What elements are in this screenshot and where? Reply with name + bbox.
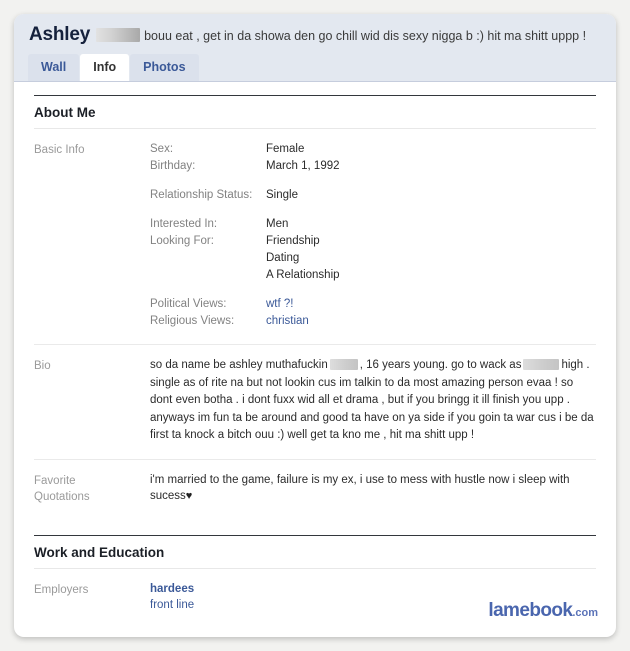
redaction-block-bio-name bbox=[329, 359, 358, 371]
basic-info-group-preferences: Interested In: Men Looking For: Friendsh… bbox=[150, 216, 596, 284]
kv-line-looking-for: Looking For: Friendship bbox=[150, 233, 596, 250]
kv-value-birthday: March 1, 1992 bbox=[266, 160, 340, 172]
tab-photos[interactable]: Photos bbox=[130, 54, 199, 81]
bio-text-part1: so da name be ashley muthafuckin bbox=[150, 359, 328, 371]
info-row-favorite-quotations: Favorite Quotations i'm married to the g… bbox=[34, 460, 596, 519]
name-and-status-line: Ashley bouu eat , get in da showa den go … bbox=[14, 23, 616, 54]
kv-value-looking-for-relationship: A Relationship bbox=[266, 269, 340, 281]
bio-text-part4: single as of rite na but not lookin cus … bbox=[150, 376, 594, 442]
basic-info-group-identity: Sex: Female Birthday: March 1, 1992 bbox=[150, 141, 596, 175]
link-religious-views[interactable]: christian bbox=[266, 315, 309, 327]
row-label-favorite-quotations: Favorite Quotations bbox=[34, 472, 150, 505]
favorite-quotations-text: i'm married to the game, failure is my e… bbox=[150, 473, 570, 502]
basic-info-group-views: Political Views: wtf ?! Religious Views:… bbox=[150, 296, 596, 330]
redaction-block-name bbox=[96, 27, 141, 42]
kv-key-sex: Sex: bbox=[150, 143, 174, 155]
kv-value-religious-views: christian bbox=[266, 313, 309, 330]
kv-line-relationship-status: Relationship Status: Single bbox=[150, 187, 596, 204]
profile-tabs: Wall Info Photos bbox=[14, 54, 616, 81]
bio-text-part3: high . bbox=[561, 359, 590, 371]
kv-key-relationship-status: Relationship Status: bbox=[150, 189, 253, 201]
kv-value-sex: Female bbox=[266, 143, 305, 155]
kv-line-birthday: Birthday: March 1, 1992 bbox=[150, 158, 596, 175]
profile-content: About Me Basic Info Sex: Female Birthday… bbox=[14, 95, 616, 627]
kv-value-looking-for-friendship: Friendship bbox=[266, 235, 320, 247]
section-heading-about-me: About Me bbox=[34, 95, 596, 129]
kv-spacer-dating bbox=[150, 250, 266, 267]
status-text: bouu eat , get in da showa den go chill … bbox=[144, 29, 587, 43]
link-employer-position[interactable]: front line bbox=[150, 599, 194, 611]
row-body-favorite-quotations: i'm married to the game, failure is my e… bbox=[150, 472, 596, 505]
kv-value-relationship-status: Single bbox=[266, 189, 298, 201]
info-row-basic-info: Basic Info Sex: Female Birthday: March 1… bbox=[34, 129, 596, 345]
kv-key-interested-in: Interested In: bbox=[150, 218, 218, 230]
info-row-bio: Bio so da name be ashley muthafuckin , 16… bbox=[34, 345, 596, 460]
kv-value-looking-for-dating: Dating bbox=[266, 252, 300, 264]
tab-wall[interactable]: Wall bbox=[28, 54, 80, 81]
row-label-bio: Bio bbox=[34, 360, 51, 372]
kv-line-sex: Sex: Female bbox=[150, 141, 596, 158]
profile-page-card: Ashley bouu eat , get in da showa den go … bbox=[14, 14, 616, 637]
row-label-basic-info: Basic Info bbox=[34, 144, 85, 156]
row-label-favorite-quotations-line1: Favorite bbox=[34, 474, 76, 487]
profile-header: Ashley bouu eat , get in da showa den go … bbox=[14, 14, 616, 82]
tab-info[interactable]: Info bbox=[80, 54, 130, 81]
link-political-views[interactable]: wtf ?! bbox=[266, 298, 293, 310]
kv-key-religious-views: Religious Views: bbox=[150, 315, 235, 327]
bio-text-part2: , 16 years young. go to wack as bbox=[359, 359, 522, 371]
watermark-brand: lamebook bbox=[488, 600, 573, 621]
kv-line-looking-for-relationship: A Relationship bbox=[150, 267, 596, 284]
kv-line-political-views: Political Views: wtf ?! bbox=[150, 296, 596, 313]
row-body-basic-info: Sex: Female Birthday: March 1, 1992 Rela… bbox=[150, 141, 596, 330]
kv-spacer-relationship bbox=[150, 267, 266, 284]
employer-company-line: hardees bbox=[150, 581, 596, 597]
kv-line-religious-views: Religious Views: christian bbox=[150, 313, 596, 330]
link-employer-company[interactable]: hardees bbox=[150, 583, 194, 595]
kv-value-interested-in: Men bbox=[266, 218, 289, 230]
section-heading-work-and-education: Work and Education bbox=[34, 534, 596, 569]
row-body-bio: so da name be ashley muthafuckin , 16 yea… bbox=[150, 357, 596, 445]
kv-key-looking-for: Looking For: bbox=[150, 235, 214, 247]
kv-key-birthday: Birthday: bbox=[150, 160, 196, 172]
heart-icon: ♥ bbox=[185, 489, 193, 502]
lamebook-watermark: lamebook.com bbox=[488, 601, 598, 623]
row-label-favorite-quotations-line2: Quotations bbox=[34, 490, 90, 503]
kv-value-political-views: wtf ?! bbox=[266, 296, 293, 313]
row-label-employers: Employers bbox=[34, 583, 89, 596]
kv-key-political-views: Political Views: bbox=[150, 298, 227, 310]
watermark-tld: .com bbox=[572, 607, 598, 619]
kv-line-interested-in: Interested In: Men bbox=[150, 216, 596, 233]
profile-name: Ashley bbox=[29, 24, 91, 45]
basic-info-group-relationship: Relationship Status: Single bbox=[150, 187, 596, 204]
kv-line-looking-for-dating: Dating bbox=[150, 250, 596, 267]
redaction-block-bio-school bbox=[523, 359, 560, 371]
